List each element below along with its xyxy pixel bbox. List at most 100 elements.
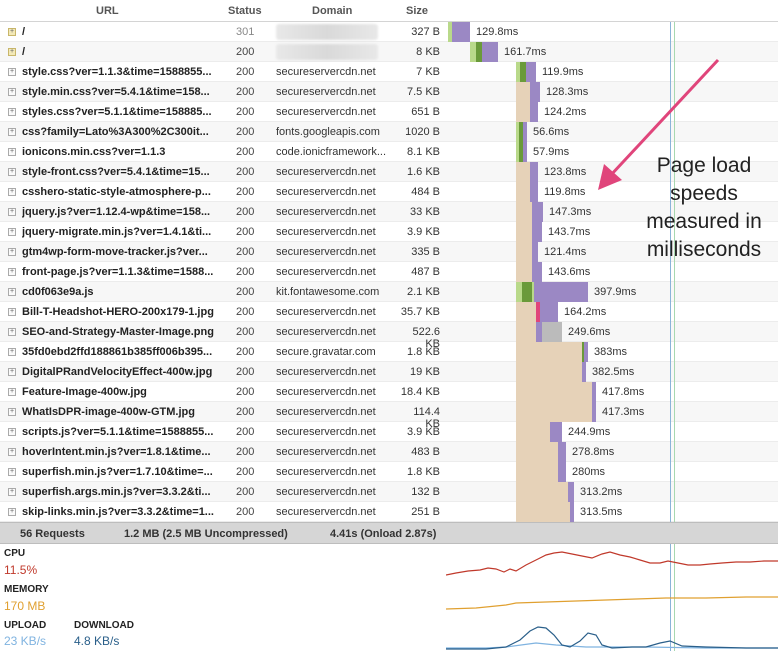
column-header-url[interactable]: URL [96,5,119,17]
row-url: WhatIsDPR-image-400w-GTM.jpg [22,406,195,418]
waterfall-bar-segment [530,162,538,182]
row-size: 132 B [411,486,440,498]
expand-icon[interactable]: + [8,388,16,396]
expand-icon[interactable]: + [8,208,16,216]
row-domain: secureservercdn.net [276,166,376,178]
table-row[interactable]: + hoverIntent.min.js?ver=1.8.1&time... 200… [0,442,778,462]
row-time: 313.5ms [580,506,623,518]
table-row[interactable]: + cd0f063e9a.js 200 kit.fontawesome.com 2.1 … [0,282,778,302]
column-header-domain[interactable]: Domain [312,5,352,17]
row-status: 200 [236,306,255,318]
row-time: 161.7ms [504,46,547,58]
row-status: 200 [236,206,255,218]
waterfall-bar-segment [516,242,532,262]
row-status: 200 [236,226,255,238]
table-row[interactable]: + superfish.min.js?ver=1.7.10&time=... 200… [0,462,778,482]
summary-time: 4.41s (Onload 2.87s) [330,528,437,540]
summary-size: 1.2 MB (2.5 MB Uncompressed) [124,528,288,540]
row-size: 1.6 KB [406,166,440,178]
row-size: 8.1 KB [406,146,440,158]
row-time: 123.8ms [544,166,587,178]
expand-icon[interactable]: + [8,408,16,416]
row-time: 382.5ms [592,366,635,378]
expand-icon[interactable]: + [8,308,16,316]
expand-icon[interactable]: + [8,128,16,136]
expand-icon[interactable]: + [8,168,16,176]
waterfall-bar-segment [516,342,582,362]
row-url: ionicons.min.css?ver=1.1.3 [22,146,166,158]
column-header-size[interactable]: Size [406,5,428,17]
expand-icon[interactable]: + [8,468,16,476]
waterfall-bar-segment [516,302,536,322]
row-domain: secureservercdn.net [276,466,376,478]
row-time: 417.8ms [602,386,645,398]
waterfall-bar-segment [582,362,586,382]
row-time: 128.3ms [546,86,589,98]
table-row[interactable]: + front-page.js?ver=1.1.3&time=1588... 200… [0,262,778,282]
waterfall-bar-segment [592,382,596,402]
summary-bar: 56 Requests 1.2 MB (2.5 MB Uncompressed)… [0,522,778,544]
row-time: 121.4ms [544,246,587,258]
row-time: 397.9ms [594,286,637,298]
expand-icon[interactable]: + [8,28,16,36]
expand-icon[interactable]: + [8,48,16,56]
table-row[interactable]: + / 301 327 B 129.8ms [0,22,778,42]
row-domain: secureservercdn.net [276,506,376,518]
row-status: 200 [236,486,255,498]
expand-icon[interactable]: + [8,448,16,456]
expand-icon[interactable]: + [8,288,16,296]
waterfall-bar-segment [540,302,558,322]
expand-icon[interactable]: + [8,328,16,336]
row-url: front-page.js?ver=1.1.3&time=1588... [22,266,214,278]
table-row[interactable]: + DigitalPRandVelocityEffect-400w.jpg 200 s… [0,362,778,382]
row-status: 200 [236,186,255,198]
row-time: 278.8ms [572,446,615,458]
row-status: 200 [236,426,255,438]
row-time: 147.3ms [549,206,592,218]
table-row[interactable]: + WhatIsDPR-image-400w-GTM.jpg 200 securese… [0,402,778,430]
row-time: 56.6ms [533,126,570,138]
memory-value: 170 MB [4,599,46,613]
summary-requests: 56 Requests [20,528,85,540]
expand-icon[interactable]: + [8,188,16,196]
expand-icon[interactable]: + [8,268,16,276]
table-row[interactable]: + Feature-Image-400w.jpg 200 secureservercd… [0,382,778,402]
table-row[interactable]: + scripts.js?ver=5.1.1&time=1588855... 200… [0,422,778,442]
table-row[interactable]: + skip-links.min.js?ver=3.3.2&time=1... 20… [0,502,778,522]
row-url: jquery.js?ver=1.12.4-wp&time=158... [22,206,211,218]
column-header-status[interactable]: Status [228,5,262,17]
row-domain: kit.fontawesome.com [276,286,380,298]
row-domain: secureservercdn.net [276,186,376,198]
expand-icon[interactable]: + [8,428,16,436]
table-row[interactable]: + Bill-T-Headshot-HERO-200x179-1.jpg 200 se… [0,302,778,322]
waterfall-bar-segment [530,102,538,122]
expand-icon[interactable]: + [8,88,16,96]
row-url: styles.css?ver=5.1.1&time=158885... [22,106,212,118]
expand-icon[interactable]: + [8,248,16,256]
table-row[interactable]: +35fd0ebd2ffd188861b385ff006b395... 200 se… [0,342,778,362]
row-domain: secureservercdn.net [276,246,376,258]
table-row[interactable]: + superfish.args.min.js?ver=3.3.2&ti... 20… [0,482,778,502]
row-url: SEO-and-Strategy-Master-Image.png [22,326,214,338]
row-size: 484 B [411,186,440,198]
expand-icon[interactable]: + [8,228,16,236]
table-row[interactable]: + SEO-and-Strategy-Master-Image.png 200 sec… [0,322,778,350]
row-status: 200 [236,466,255,478]
row-time: 383ms [594,346,628,358]
row-url: Feature-Image-400w.jpg [22,386,147,398]
row-size: 1.8 KB [406,466,440,478]
expand-icon[interactable]: + [8,148,16,156]
row-size: 327 B [411,26,440,38]
waterfall-bar-segment [516,482,568,502]
expand-icon[interactable]: + [8,68,16,76]
expand-icon[interactable]: + [8,348,16,356]
expand-icon[interactable]: + [8,368,16,376]
row-url: 35fd0ebd2ffd188861b385ff006b395... [22,346,213,358]
expand-icon[interactable]: + [8,108,16,116]
row-url: style.min.css?ver=5.4.1&time=158... [22,86,210,98]
row-status: 200 [236,66,255,78]
row-domain: secureservercdn.net [276,266,376,278]
waterfall-bar-segment [516,102,530,122]
expand-icon[interactable]: + [8,508,16,516]
expand-icon[interactable]: + [8,488,16,496]
